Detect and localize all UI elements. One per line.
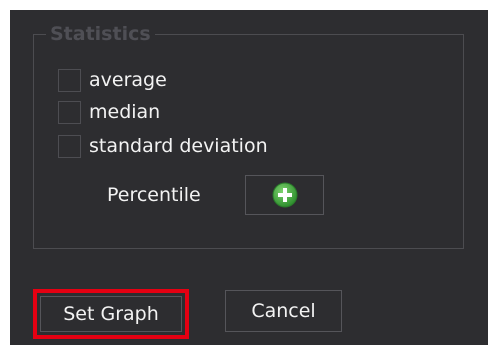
standard-deviation-label: standard deviation xyxy=(89,135,268,157)
plus-circle-icon xyxy=(272,182,297,208)
average-checkbox[interactable] xyxy=(58,68,81,92)
statistics-legend: Statistics xyxy=(46,22,155,46)
option-standard-deviation[interactable]: standard deviation xyxy=(58,133,268,159)
average-label: average xyxy=(89,69,167,91)
cancel-label: Cancel xyxy=(251,300,316,322)
cancel-button[interactable]: Cancel xyxy=(225,290,342,332)
median-checkbox[interactable] xyxy=(58,100,81,124)
median-label: median xyxy=(89,101,161,123)
set-graph-button[interactable]: Set Graph xyxy=(33,289,189,339)
add-percentile-button[interactable] xyxy=(245,175,324,215)
set-graph-label: Set Graph xyxy=(63,303,159,325)
option-average[interactable]: average xyxy=(58,67,167,93)
statistics-group: Statistics average median standard devia… xyxy=(33,22,464,249)
standard-deviation-checkbox[interactable] xyxy=(58,134,81,158)
statistics-dialog: Statistics average median standard devia… xyxy=(10,10,488,345)
percentile-label: Percentile xyxy=(107,184,201,206)
option-median[interactable]: median xyxy=(58,99,160,125)
